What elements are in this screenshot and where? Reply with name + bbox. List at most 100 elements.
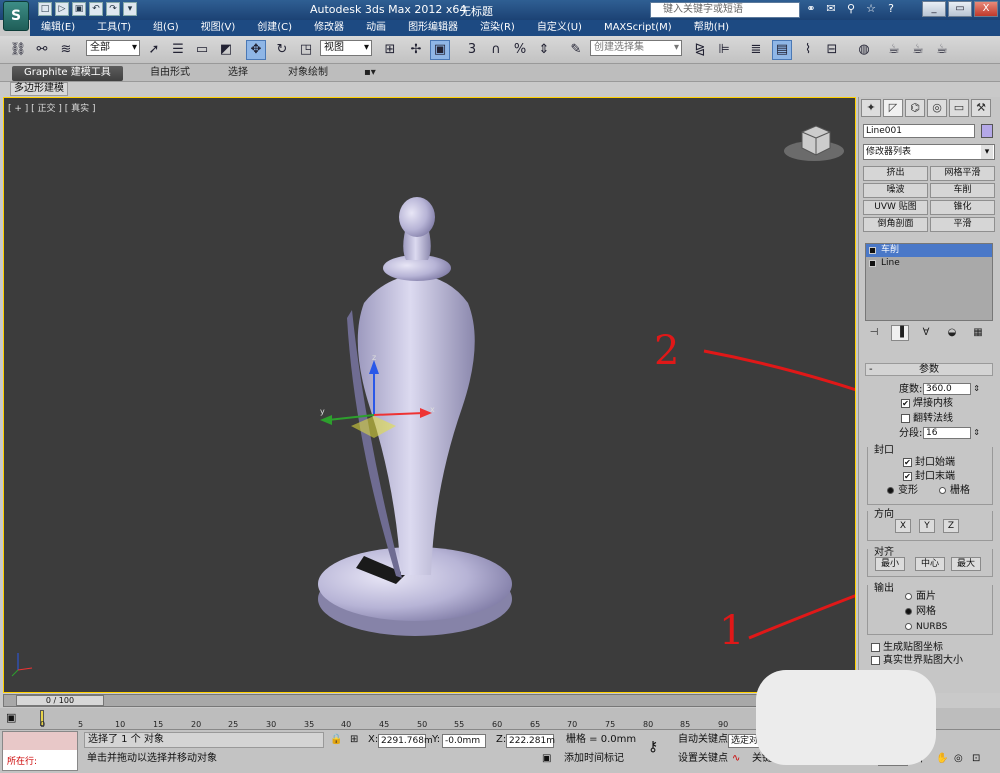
extrude-button[interactable]: 挤出 [863,166,928,181]
degrees-spinner[interactable]: 360.0 [923,383,980,395]
taper-button[interactable]: 锥化 [930,200,995,215]
plus-icon[interactable] [869,260,876,267]
object-name-field[interactable]: Line001 [863,124,975,138]
spinner-snap-icon[interactable]: ⇕ [534,40,554,60]
patch-radio-dot[interactable] [905,592,912,600]
tab-freeform[interactable]: 自由形式 [150,66,190,80]
add-time-tag-button[interactable]: 添加时间标记 [564,752,624,766]
snaps-toggle-icon[interactable]: 3 [462,40,482,60]
nurbs-radio-dot[interactable] [905,623,912,630]
menu-graph-editors[interactable]: 图形编辑器 [397,20,469,36]
cap-end-checkbox[interactable]: ✔ 封口末端 [903,471,955,483]
tab-graphite-modeling[interactable]: Graphite 建模工具 [12,66,123,81]
smooth-button[interactable]: 平滑 [930,217,995,232]
weld-core-check-icon[interactable]: ✔ [901,398,910,408]
align-center-button[interactable]: 中心 [915,557,945,571]
time-slider-knob[interactable]: 0 / 100 [16,695,104,706]
direction-z-button[interactable]: Z [943,519,959,533]
material-editor-icon[interactable]: ◍ [854,40,874,60]
create-tab-icon[interactable]: ✦ [861,99,881,117]
auto-key-button[interactable]: 自动关键点 [678,733,728,747]
app-logo-button[interactable]: S [3,1,29,31]
menu-rendering[interactable]: 渲染(R) [469,20,526,36]
select-move-icon[interactable]: ✥ [246,40,266,60]
pivot-center-icon[interactable]: ⊞ [380,40,400,60]
lathe-button[interactable]: 车削 [930,183,995,198]
weld-core-checkbox[interactable]: ✔ 焊接内核 [901,398,953,410]
orbit-icon[interactable]: ◎ [954,752,963,766]
z-coordinate-field[interactable]: 222.281m [506,734,555,748]
menu-views[interactable]: 视图(V) [190,20,247,36]
motion-tab-icon[interactable]: ◎ [927,99,947,117]
stack-item-line[interactable]: Line [866,257,992,270]
grid-radio[interactable]: 栅格 [939,485,970,497]
y-coordinate-field[interactable]: -0.0mm [442,734,486,748]
bulb-icon[interactable] [869,247,876,254]
selection-filter-dropdown[interactable]: 全部 [86,40,140,56]
menu-maxscript[interactable]: MAXScript(M) [593,20,683,36]
parameters-rollout-header[interactable]: - 参数 [865,363,993,376]
output-patch-radio[interactable]: 面片 [905,591,936,603]
open-file-icon[interactable]: ▷ [55,2,69,16]
layer-manager-icon[interactable]: ≣ [746,40,766,60]
menu-customize[interactable]: 自定义(U) [526,20,593,36]
menu-modifiers[interactable]: 修改器 [303,20,355,36]
gen-map-coords-checkbox[interactable]: 生成贴图坐标 [871,642,943,654]
percent-snap-icon[interactable]: % [510,40,530,60]
flip-normals-checkbox[interactable]: 翻转法线 [901,413,953,425]
align-icon[interactable]: ⊫ [714,40,734,60]
menu-help[interactable]: 帮助(H) [683,20,740,36]
real-world-map-checkbox[interactable]: 真实世界贴图大小 [871,655,963,667]
bind-spacewarp-icon[interactable]: ≋ [56,40,76,60]
curve-editor-icon[interactable]: ⌇ [798,40,818,60]
make-unique-icon[interactable]: ∀ [917,325,935,341]
maximize-viewport-icon[interactable]: ⊡ [972,752,980,766]
help-search-input[interactable]: 键入关键字或短语 [650,2,800,18]
menu-create[interactable]: 创建(C) [246,20,303,36]
cap-start-check-icon[interactable]: ✔ [903,457,912,467]
time-slider[interactable]: 0 / 100 [3,694,856,707]
keyboard-shortcut-toggle-icon[interactable]: ▣ [430,40,450,60]
select-by-name-icon[interactable]: ☰ [168,40,188,60]
rect-selection-icon[interactable]: ▭ [192,40,212,60]
edit-named-selections-icon[interactable]: ✎ [566,40,586,60]
reference-coordinate-dropdown[interactable]: 视图 [320,40,372,56]
binoculars-icon[interactable]: ⚭ [804,2,818,16]
x-coordinate-field[interactable]: 2291.768m [378,734,433,748]
configure-sets-icon[interactable]: ▦ [969,325,987,341]
menu-group[interactable]: 组(G) [142,20,190,36]
rendered-frame-icon[interactable]: ☕ [908,40,928,60]
lock-selection-icon[interactable]: 🔒 [330,733,342,747]
window-crossing-icon[interactable]: ◩ [216,40,236,60]
absolute-mode-icon[interactable]: ⊞ [350,733,358,747]
schematic-view-icon[interactable]: ⊟ [822,40,842,60]
save-file-icon[interactable]: ▣ [72,2,86,16]
output-mesh-radio[interactable]: 网格 [905,606,936,618]
menu-edit[interactable]: 编辑(E) [30,20,86,36]
utilities-tab-icon[interactable]: ⚒ [971,99,991,117]
mirror-icon[interactable]: ⧎ [690,40,710,60]
hierarchy-tab-icon[interactable]: ⌬ [905,99,925,117]
pan-icon[interactable]: ✋ [936,752,948,766]
unlink-icon[interactable]: ⚯ [32,40,52,60]
angle-snap-icon[interactable]: ∩ [486,40,506,60]
meshsmooth-button[interactable]: 网格平滑 [930,166,995,181]
perspective-viewport[interactable]: [ + ] [ 正交 ] [ 真实 ] y x z 2 1 [3,97,856,693]
subscription-icon[interactable]: ✉ [824,2,838,16]
select-scale-icon[interactable]: ◳ [296,40,316,60]
show-end-result-icon[interactable]: ▐ [891,325,909,341]
tab-object-paint[interactable]: 对象绘制 [288,66,328,80]
align-min-button[interactable]: 最小 [875,557,905,571]
select-rotate-icon[interactable]: ↻ [272,40,292,60]
redo-icon[interactable]: ↷ [106,2,120,16]
render-production-icon[interactable]: ☕ [932,40,952,60]
favorites-icon[interactable]: ☆ [864,2,878,16]
set-key-button[interactable]: 设置关键点 [678,752,728,766]
maximize-button[interactable]: ▭ [948,1,972,17]
output-nurbs-radio[interactable]: NURBS [905,621,947,633]
graphite-toggle-icon[interactable]: ▤ [772,40,792,60]
noise-button[interactable]: 噪波 [863,183,928,198]
cap-end-check-icon[interactable]: ✔ [903,471,912,481]
menu-animation[interactable]: 动画 [355,20,397,36]
flip-normals-check-icon[interactable] [901,413,910,423]
